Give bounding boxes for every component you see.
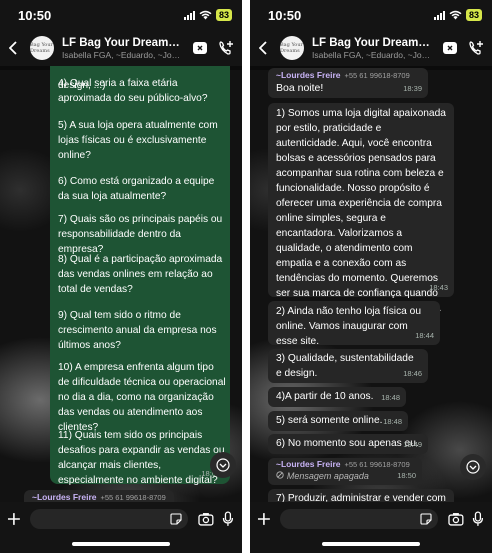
chat-participants: Isabella FGA, ~Eduardo, ~José Vi... bbox=[62, 49, 184, 60]
camera-icon[interactable] bbox=[198, 512, 214, 526]
message-input[interactable] bbox=[29, 509, 189, 529]
microphone-icon[interactable] bbox=[472, 511, 484, 527]
sender-phone: +55 61 99618-8709 bbox=[344, 71, 410, 80]
chat-title-block[interactable]: LF Bag Your Dreams (Cli... Isabella FGA,… bbox=[62, 37, 184, 60]
scroll-down-button[interactable] bbox=[460, 454, 486, 480]
chat-title: LF Bag Your Dreams (Cli... bbox=[312, 36, 434, 49]
avatar-text: Bag Your Dreams bbox=[280, 42, 303, 54]
signal-icon bbox=[183, 10, 195, 20]
add-call-icon[interactable] bbox=[218, 40, 234, 56]
message-text: 2) Ainda não tenho loja física ou online… bbox=[276, 306, 421, 347]
question-item: 7) Quais são os principais papéis ou res… bbox=[58, 214, 223, 255]
message-time: 18:48 bbox=[381, 393, 400, 402]
message-time: 18:43 bbox=[429, 283, 448, 292]
deleted-text: Mensagem apagada bbox=[286, 471, 369, 481]
message-text: Boa noite! bbox=[276, 82, 324, 94]
status-bar: 10:50 83 bbox=[0, 0, 242, 30]
deleted-message[interactable]: ~Lourdes Freire +55 61 99618-8709 Mensage… bbox=[268, 458, 422, 485]
question-item: 9) Qual tem sido o ritmo de crescimento … bbox=[58, 310, 217, 351]
message-input[interactable] bbox=[279, 509, 439, 529]
video-call-icon[interactable] bbox=[442, 40, 458, 56]
incoming-message[interactable]: 4)A partir de 10 anos. 18:48 bbox=[268, 387, 406, 407]
message-time: 18:46 bbox=[403, 369, 422, 378]
group-avatar[interactable]: Bag Your Dreams bbox=[280, 36, 304, 60]
incoming-message[interactable]: 1) Somos uma loja digital apaixonada por… bbox=[268, 103, 454, 314]
incoming-message[interactable]: 2) Ainda não tenho loja física ou online… bbox=[268, 301, 440, 347]
signal-icon bbox=[433, 10, 445, 20]
sender-name: ~Lourdes Freire bbox=[276, 459, 341, 469]
battery-icon: 83 bbox=[215, 9, 232, 21]
status-time: 10:50 bbox=[18, 7, 52, 23]
chat-participants: Isabella FGA, ~Eduardo, ~José Vi... bbox=[312, 49, 434, 60]
question-item: 5) A sua loja opera atualmente com lojas… bbox=[58, 120, 218, 161]
status-bar: 10:50 83 bbox=[250, 0, 492, 30]
message-time: 18:49 bbox=[403, 440, 422, 449]
message-time: 18:39 bbox=[403, 84, 422, 93]
plus-icon[interactable] bbox=[256, 511, 272, 527]
chevron-down-icon bbox=[216, 458, 230, 472]
video-call-icon[interactable] bbox=[192, 40, 208, 56]
composer-bar bbox=[0, 502, 242, 553]
message-text: 4)A partir de 10 anos. bbox=[276, 391, 374, 402]
camera-icon[interactable] bbox=[448, 512, 464, 526]
question-item: 10) A empresa enfrenta algum tipo de dif… bbox=[58, 362, 226, 433]
sticker-icon[interactable] bbox=[170, 513, 182, 525]
message-text: 3) Qualidade, sustentabilidade e design. bbox=[276, 353, 414, 379]
left-screen: design, ...) 4) Qual seria a faixa etári… bbox=[0, 0, 242, 553]
chevron-down-icon bbox=[466, 460, 480, 474]
scroll-down-button[interactable] bbox=[210, 452, 236, 478]
question-item: 6) Como está organizado a equipe da sua … bbox=[58, 176, 215, 202]
back-icon[interactable] bbox=[6, 39, 20, 57]
back-icon[interactable] bbox=[256, 39, 270, 57]
right-screen: ~Lourdes Freire +55 61 99618-8709 Boa noi… bbox=[250, 0, 492, 553]
question-item: 4) Qual seria a faixa etária aproximada … bbox=[58, 78, 208, 104]
plus-icon[interactable] bbox=[6, 511, 22, 527]
home-indicator bbox=[72, 542, 170, 546]
incoming-message[interactable]: ~Lourdes Freire +55 61 99618-8709 Boa noi… bbox=[268, 68, 428, 98]
wifi-icon bbox=[449, 10, 462, 20]
message-text: 1) Somos uma loja digital apaixonada por… bbox=[276, 108, 446, 314]
composer-bar bbox=[250, 502, 492, 553]
add-call-icon[interactable] bbox=[468, 40, 484, 56]
message-time: 18:50 bbox=[397, 471, 416, 480]
incoming-message[interactable]: 5) será somente online. 18:48 bbox=[268, 411, 408, 431]
chat-header[interactable]: Bag Your Dreams LF Bag Your Dreams (Cli.… bbox=[0, 30, 242, 66]
question-item: 8) Qual é a participação aproximada das … bbox=[58, 254, 223, 295]
microphone-icon[interactable] bbox=[222, 511, 234, 527]
message-time: 18:44 bbox=[415, 331, 434, 340]
wifi-icon bbox=[199, 10, 212, 20]
message-text: 5) será somente online. bbox=[276, 415, 383, 426]
message-time: 18:48 bbox=[383, 417, 402, 426]
sticker-icon[interactable] bbox=[420, 513, 432, 525]
chat-title: LF Bag Your Dreams (Cli... bbox=[62, 36, 184, 49]
home-indicator bbox=[322, 542, 420, 546]
incoming-message[interactable]: 6) No momento sou apenas eu. 18:49 bbox=[268, 434, 428, 454]
chat-header[interactable]: Bag Your Dreams LF Bag Your Dreams (Cli.… bbox=[250, 30, 492, 66]
questions-bubble[interactable]: design, ...) 4) Qual seria a faixa etári… bbox=[50, 62, 230, 486]
incoming-message[interactable]: 3) Qualidade, sustentabilidade e design.… bbox=[268, 349, 428, 383]
avatar-text: Bag Your Dreams bbox=[30, 42, 53, 54]
sender-name: ~Lourdes Freire bbox=[276, 70, 341, 80]
group-avatar[interactable]: Bag Your Dreams bbox=[30, 36, 54, 60]
deleted-icon bbox=[276, 471, 284, 479]
sender-phone: +55 61 99618-8709 bbox=[100, 493, 166, 502]
sender-name: ~Lourdes Freire bbox=[32, 492, 97, 502]
status-time: 10:50 bbox=[268, 7, 302, 23]
chat-title-block[interactable]: LF Bag Your Dreams (Cli... Isabella FGA,… bbox=[312, 37, 434, 60]
message-text: 6) No momento sou apenas eu. bbox=[276, 438, 419, 449]
battery-icon: 83 bbox=[465, 9, 482, 21]
